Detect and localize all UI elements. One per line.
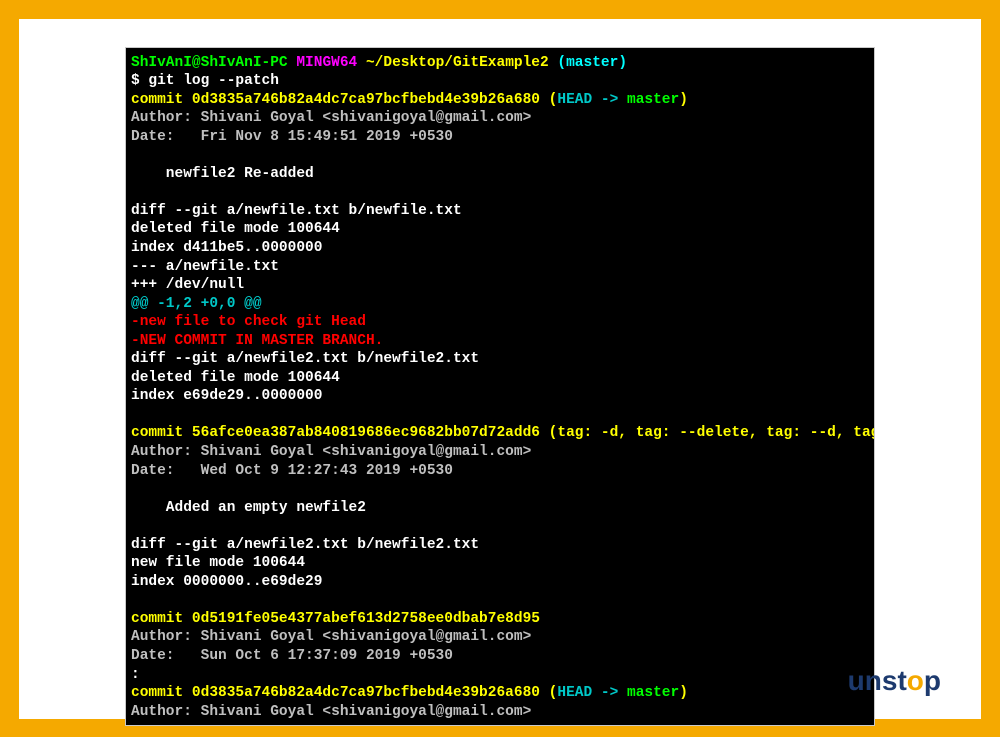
prompt-path: ~/Desktop/GitExample2 (357, 55, 548, 71)
commit2-sep2: , (749, 425, 766, 441)
commit2-hash: commit 56afce0ea387ab840819686ec9682bb07… (131, 425, 540, 441)
commit1-head: HEAD -> (557, 92, 627, 108)
logo-pre: unst (848, 665, 907, 696)
slide-frame: ShIvAnI@ShIvAnI-PC MINGW64 ~/Desktop/Git… (19, 19, 981, 719)
commit4-head: HEAD -> (557, 685, 627, 701)
diff1-header: diff --git a/newfile.txt b/newfile.txt (131, 203, 462, 219)
prompt-user: ShIvAnI@ShIvAnI-PC (131, 55, 288, 71)
commit1-master: master (627, 92, 679, 108)
pager-colon: : (131, 667, 140, 683)
commit2-tag-d: tag: -d (557, 425, 618, 441)
commit2-sep3: , (836, 425, 853, 441)
commit1-hash: commit 0d3835a746b82a4dc7ca97bcfbebd4e39… (131, 92, 540, 108)
commit1-refs-close: ) (679, 92, 688, 108)
prompt-branch-close: ) (618, 55, 627, 71)
commit4-refs-open: ( (540, 685, 557, 701)
prompt-branch: master (566, 55, 618, 71)
commit4-master: master (627, 685, 679, 701)
commit2-author: Author: Shivani Goyal <shivanigoyal@gmai… (131, 444, 531, 460)
commit1-date: Date: Fri Nov 8 15:49:51 2019 +0530 (131, 129, 453, 145)
diff1-rem1: -new file to check git Head (131, 314, 366, 330)
commit4-author: Author: Shivani Goyal <shivanigoyal@gmai… (131, 704, 531, 720)
diff1-index: index d411be5..0000000 (131, 240, 322, 256)
commit3-date: Date: Sun Oct 6 17:37:09 2019 +0530 (131, 648, 453, 664)
prompt-branch-open: ( (549, 55, 566, 71)
commit4-refs-close: ) (679, 685, 688, 701)
commit2-diff-new: new file mode 100644 (131, 555, 305, 571)
commit2-date: Date: Wed Oct 9 12:27:43 2019 +0530 (131, 463, 453, 479)
diff2-index: index e69de29..0000000 (131, 388, 322, 404)
commit1-refs-open: ( (540, 92, 557, 108)
commit3-author: Author: Shivani Goyal <shivanigoyal@gmai… (131, 629, 531, 645)
commit2-tag-proj: tag: projectv1.1 (853, 425, 875, 441)
logo-o: o (907, 665, 924, 696)
commit2-tag-delete: tag: --delete (636, 425, 749, 441)
commit2-diff-index: index 0000000..e69de29 (131, 574, 322, 590)
commit1-message: newfile2 Re-added (131, 166, 314, 182)
command-line: $ git log --patch (131, 73, 279, 89)
prompt-msys: MINGW64 (288, 55, 358, 71)
diff1-rem2: -NEW COMMIT IN MASTER BRANCH. (131, 333, 383, 349)
commit2-message: Added an empty newfile2 (131, 500, 366, 516)
diff1-b: +++ /dev/null (131, 277, 244, 293)
diff2-del: deleted file mode 100644 (131, 370, 340, 386)
diff1-del: deleted file mode 100644 (131, 221, 340, 237)
commit4-hash: commit 0d3835a746b82a4dc7ca97bcfbebd4e39… (131, 685, 540, 701)
terminal-window[interactable]: ShIvAnI@ShIvAnI-PC MINGW64 ~/Desktop/Git… (125, 47, 875, 727)
commit1-author: Author: Shivani Goyal <shivanigoyal@gmai… (131, 110, 531, 126)
commit2-refs-open: ( (540, 425, 557, 441)
commit2-sep1: , (618, 425, 635, 441)
diff1-a: --- a/newfile.txt (131, 259, 279, 275)
commit2-diff-header: diff --git a/newfile2.txt b/newfile2.txt (131, 537, 479, 553)
diff1-hunk: @@ -1,2 +0,0 @@ (131, 296, 262, 312)
commit3-hash: commit 0d5191fe05e4377abef613d2758ee0dba… (131, 611, 540, 627)
diff2-header: diff --git a/newfile2.txt b/newfile2.txt (131, 351, 479, 367)
commit2-tag-dashd: tag: --d (766, 425, 836, 441)
logo-post: p (924, 665, 941, 696)
unstop-logo: unstop (848, 665, 941, 697)
